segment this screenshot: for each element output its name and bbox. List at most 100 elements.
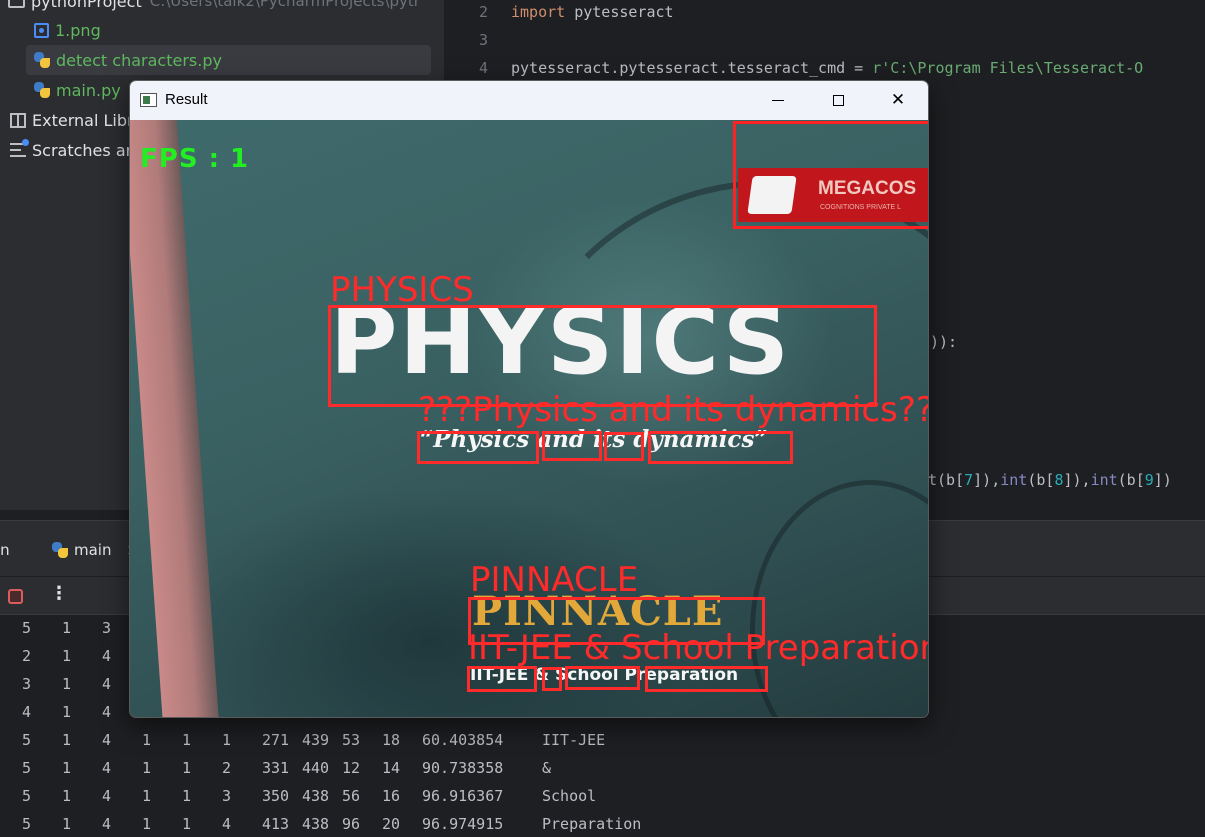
console-cell: 96 [342,815,361,833]
detection-box [542,667,562,691]
code-line-import: import pytesseract [511,3,674,21]
console-cell: School [542,787,597,805]
title-bar[interactable]: Result ✕ [130,81,928,121]
console-cell: 2 [222,759,232,777]
number-literal: 9 [1144,471,1154,489]
maximize-button[interactable] [808,81,868,119]
fps-counter: FPS : 1 [140,144,250,174]
code-text: ]), [973,471,1001,489]
console-cell: & [542,759,552,777]
console-cell: 1 [142,815,152,833]
minimize-button[interactable] [748,81,808,119]
console-cell: 4 [102,647,112,665]
console-cell: 5 [22,731,32,749]
console-cell: 60.403854 [422,731,504,749]
stop-button[interactable] [8,589,23,604]
tab-label: main [74,541,112,559]
run-label: ın [0,541,10,559]
console-cell: 5 [22,759,32,777]
code-text: t(b[ [928,471,965,489]
console-cell: 2 [22,647,32,665]
console-cell: 3 [22,675,32,693]
line-number: 2 [478,3,488,21]
console-cell: 1 [182,787,192,805]
number-literal: 7 [964,471,974,489]
console-cell: 4 [222,815,232,833]
console-cell: 4 [22,703,32,721]
detection-box [733,121,928,229]
line-number: 4 [478,59,488,77]
console-cell: 438 [302,815,330,833]
console-cell: 4 [102,815,112,833]
file-name: detect characters.py [56,50,222,70]
file-name: main.py [56,80,121,100]
console-cell: 1 [142,731,152,749]
console-cell: 440 [302,759,330,777]
console-cell: 1 [62,787,72,805]
console-cell: 18 [382,731,401,749]
console-cell: 1 [182,759,192,777]
book-edge [130,120,220,717]
console-cell: 1 [62,815,72,833]
console-cell: 4 [102,759,112,777]
code-text: ]) [1153,471,1172,489]
tree-item-1-png[interactable]: 1.png [34,15,479,45]
tree-item-detect-characters[interactable]: detect characters.py [26,45,431,75]
code-text: (b[ [1027,471,1055,489]
console-cell: 1 [62,619,72,637]
console-cell: 350 [262,787,290,805]
library-icon [10,112,26,128]
console-cell: 14 [382,759,401,777]
camera-frame: MEGACOS COGNITIONS PRIVATE L FPS : 1 PHY… [130,120,929,717]
console-cell: 1 [142,787,152,805]
folder-icon [8,0,25,8]
console-cell: 5 [22,619,32,637]
console-cell: 1 [182,731,192,749]
window-title: Result [165,91,208,108]
detection-box [604,432,644,461]
console-cell: 3 [102,619,112,637]
keyword: import [511,3,566,21]
line-number: 3 [478,31,488,49]
detection-box [565,666,640,690]
console-cell: IIT-JEE [542,731,606,749]
tree-label: External Libr [32,110,134,130]
console-cell: 1 [62,731,72,749]
tree-label: Scratches ar [32,140,133,160]
project-root-path: C:\Users\talk2\PycharmProjects\pytr [149,0,420,10]
console-cell: 56 [342,787,361,805]
console-cell: 438 [302,787,330,805]
console-cell: 1 [222,731,232,749]
console-cell: 5 [22,815,32,833]
minimize-icon [772,99,784,101]
console-cell: 16 [382,787,401,805]
code-line-tesseract-cmd: pytesseract.pytesseract.tesseract_cmd = … [511,59,1143,77]
detection-box [542,431,602,461]
image-file-icon [34,22,49,38]
console-cell: 4 [102,787,112,805]
tree-item-project-root[interactable]: pythonProject C:\Users\talk2\PycharmProj… [8,0,453,16]
console-cell: 1 [142,759,152,777]
console-cell: 20 [382,815,401,833]
console-cell: 53 [342,731,361,749]
maximize-icon [832,94,844,106]
tab-main[interactable]: main [52,541,111,559]
console-cell: 96.916367 [422,787,504,805]
detection-box [467,666,537,692]
detected-text-tagline: ???Physics and its dynamics??? [418,390,929,430]
console-cell: Preparation [542,815,642,833]
app-icon [140,93,157,107]
console-cell: 1 [62,759,72,777]
code-text: pytesseract.pytesseract.tesseract_cmd = [511,59,873,77]
console-cell: 439 [302,731,330,749]
console-cell: 1 [182,815,192,833]
result-window[interactable]: Result ✕ MEGACOS COGNITIONS PRIVATE L FP… [129,80,929,718]
detection-box [417,431,539,464]
console-cell: 90.738358 [422,759,504,777]
console-cell: 4 [102,703,112,721]
console-cell: 1 [62,675,72,693]
close-button[interactable]: ✕ [868,81,928,119]
console-cell: 5 [22,787,32,805]
more-options-button[interactable]: ⋮ [50,583,68,604]
code-text: pytesseract [565,3,674,21]
